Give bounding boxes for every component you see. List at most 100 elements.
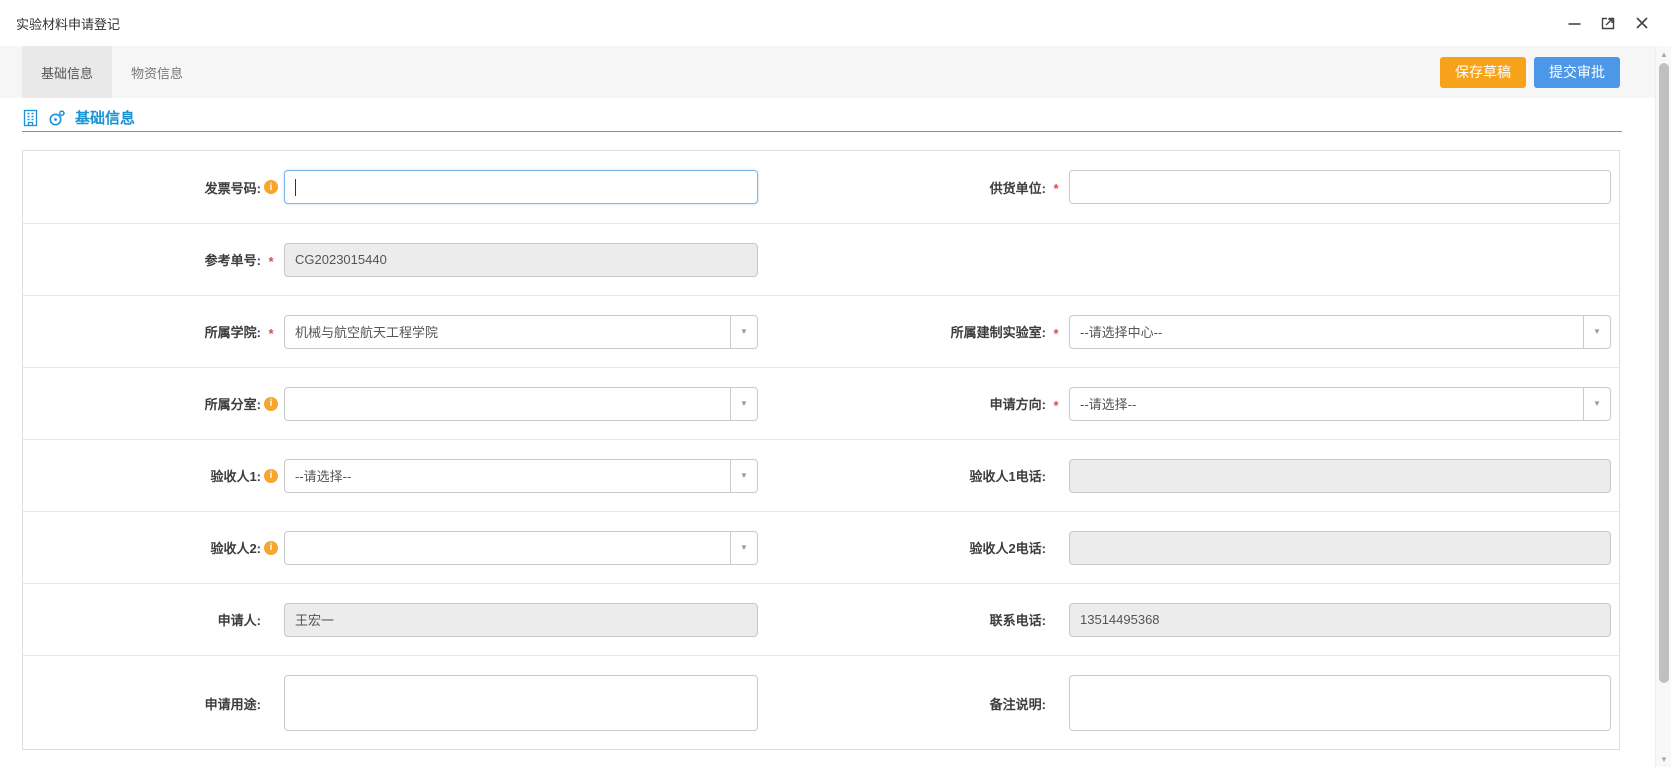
acceptor-2-phone-input[interactable] bbox=[1069, 531, 1611, 565]
invoice-number-input[interactable] bbox=[284, 170, 758, 204]
form-cell-application-direction: 申请方向: * --请选择-- ▼ bbox=[758, 368, 1619, 439]
info-icon[interactable]: i bbox=[264, 469, 278, 483]
required-asterisk: * bbox=[1053, 326, 1058, 341]
reference-number-input[interactable]: CG2023015440 bbox=[284, 243, 758, 277]
form-row: 申请用途: 备注说明: bbox=[23, 655, 1619, 750]
form-row: 所属学院:*机械与航空航天工程学院▼所属建制实验室:*--请选择中心--▼ bbox=[23, 295, 1619, 367]
application-direction-value: --请选择-- bbox=[1080, 394, 1136, 413]
chevron-down-icon: ▼ bbox=[1583, 316, 1610, 348]
save-draft-button[interactable]: 保存草稿 bbox=[1440, 57, 1526, 88]
application-purpose-label: 申请用途: bbox=[23, 694, 261, 713]
reference-number-label: 参考单号: bbox=[23, 250, 261, 269]
chevron-down-icon: ▼ bbox=[730, 532, 757, 564]
invoice-number-marker: i bbox=[261, 180, 281, 194]
contact-phone-label: 联系电话: bbox=[758, 610, 1046, 629]
text-caret bbox=[295, 179, 296, 196]
vertical-scrollbar[interactable]: ▲ ▼ bbox=[1655, 46, 1671, 767]
window-title: 实验材料申请登记 bbox=[16, 14, 120, 33]
form-row: 所属分室:i▼申请方向:*--请选择--▼ bbox=[23, 367, 1619, 439]
info-icon[interactable]: i bbox=[264, 397, 278, 411]
chevron-down-icon: ▼ bbox=[730, 388, 757, 420]
form-cell-sub-room: 所属分室:i ▼ bbox=[23, 368, 758, 439]
form-cell-acceptor-2-phone: 验收人2电话: bbox=[758, 512, 1619, 583]
college-marker: * bbox=[261, 323, 281, 341]
required-asterisk: * bbox=[268, 254, 273, 269]
form: 发票号码:i供货单位:*参考单号:*CG2023015440所属学院:*机械与航… bbox=[22, 150, 1620, 750]
form-row: 发票号码:i供货单位:* bbox=[23, 151, 1619, 223]
tab-bar: 基础信息 物资信息 保存草稿 提交审批 bbox=[0, 46, 1655, 98]
form-cell-acceptor-1: 验收人1:i --请选择-- ▼ bbox=[23, 440, 758, 511]
acceptor-1-phone-label: 验收人1电话: bbox=[758, 466, 1046, 485]
acceptor-1-marker: i bbox=[261, 469, 281, 483]
form-cell-remarks: 备注说明: bbox=[758, 656, 1619, 750]
submit-approval-button[interactable]: 提交审批 bbox=[1534, 57, 1620, 88]
required-asterisk: * bbox=[1053, 398, 1058, 413]
sub-room-label: 所属分室: bbox=[23, 394, 261, 413]
acceptor-2-select[interactable]: ▼ bbox=[284, 531, 758, 565]
application-direction-marker: * bbox=[1046, 395, 1066, 413]
applicant-label: 申请人: bbox=[23, 610, 261, 629]
organized-lab-select[interactable]: --请选择中心-- ▼ bbox=[1069, 315, 1611, 349]
applicant-input[interactable]: 王宏一 bbox=[284, 603, 758, 637]
college-select[interactable]: 机械与航空航天工程学院 ▼ bbox=[284, 315, 758, 349]
application-purpose-textarea[interactable] bbox=[284, 675, 758, 731]
chevron-down-icon: ▼ bbox=[1583, 388, 1610, 420]
sub-room-select[interactable]: ▼ bbox=[284, 387, 758, 421]
form-cell-college: 所属学院:* 机械与航空航天工程学院 ▼ bbox=[23, 296, 758, 367]
scrollbar-thumb[interactable] bbox=[1659, 63, 1669, 683]
remarks-textarea[interactable] bbox=[1069, 675, 1611, 731]
tab-material-info[interactable]: 物资信息 bbox=[112, 46, 202, 98]
invoice-number-label: 发票号码: bbox=[23, 178, 261, 197]
form-cell-acceptor-2: 验收人2:i ▼ bbox=[23, 512, 758, 583]
remarks-label: 备注说明: bbox=[758, 694, 1046, 713]
reference-number-marker: * bbox=[261, 251, 281, 269]
application-direction-select[interactable]: --请选择-- ▼ bbox=[1069, 387, 1611, 421]
form-cell-empty bbox=[758, 224, 1619, 295]
college-label: 所属学院: bbox=[23, 322, 261, 341]
form-cell-organized-lab: 所属建制实验室:*--请选择中心--▼ bbox=[758, 296, 1619, 367]
acceptor-1-value: --请选择-- bbox=[295, 466, 351, 485]
form-row: 参考单号: * CG2023015440 bbox=[23, 223, 1619, 295]
sub-room-marker: i bbox=[261, 397, 281, 411]
reference-number-value: CG2023015440 bbox=[295, 252, 387, 267]
form-row: 申请人: 王宏一 联系电话: 13514495368 bbox=[23, 583, 1619, 655]
info-icon[interactable]: i bbox=[264, 180, 278, 194]
scroll-down-icon[interactable]: ▼ bbox=[1656, 751, 1671, 767]
acceptor-1-phone-input[interactable] bbox=[1069, 459, 1611, 493]
chevron-down-icon: ▼ bbox=[730, 316, 757, 348]
close-icon[interactable] bbox=[1633, 14, 1651, 32]
section-header: 基础信息 bbox=[22, 104, 1622, 132]
scroll-up-icon[interactable]: ▲ bbox=[1656, 46, 1671, 62]
section-title: 基础信息 bbox=[75, 107, 135, 128]
form-cell-applicant: 申请人: 王宏一 bbox=[23, 584, 758, 655]
acceptor-1-select[interactable]: --请选择-- ▼ bbox=[284, 459, 758, 493]
building-icon bbox=[22, 109, 39, 127]
form-cell-invoice-number: 发票号码:i bbox=[23, 151, 758, 223]
college-value: 机械与航空航天工程学院 bbox=[295, 322, 438, 341]
supplier-label: 供货单位: bbox=[758, 178, 1046, 197]
maximize-icon[interactable] bbox=[1599, 14, 1617, 32]
contact-phone-value: 13514495368 bbox=[1080, 612, 1160, 627]
form-cell-application-purpose: 申请用途: bbox=[23, 656, 758, 750]
applicant-value: 王宏一 bbox=[295, 610, 334, 629]
supplier-input[interactable] bbox=[1069, 170, 1611, 204]
application-direction-label: 申请方向: bbox=[758, 394, 1046, 413]
acceptor-2-marker: i bbox=[261, 541, 281, 555]
acceptor-1-label: 验收人1: bbox=[23, 466, 261, 485]
form-cell-contact-phone: 联系电话: 13514495368 bbox=[758, 584, 1619, 655]
acceptor-2-phone-label: 验收人2电话: bbox=[758, 538, 1046, 557]
form-cell-reference-number: 参考单号: * CG2023015440 bbox=[23, 224, 758, 295]
acceptor-2-label: 验收人2: bbox=[23, 538, 261, 557]
info-icon[interactable]: i bbox=[264, 541, 278, 555]
contact-phone-input[interactable]: 13514495368 bbox=[1069, 603, 1611, 637]
form-cell-acceptor-1-phone: 验收人1电话: bbox=[758, 440, 1619, 511]
chevron-down-icon: ▼ bbox=[730, 460, 757, 492]
tab-basic-info[interactable]: 基础信息 bbox=[22, 46, 112, 98]
minimize-icon[interactable] bbox=[1565, 14, 1583, 32]
window-titlebar: 实验材料申请登记 bbox=[0, 0, 1671, 46]
supplier-marker: * bbox=[1046, 178, 1066, 196]
organized-lab-marker: * bbox=[1046, 323, 1066, 341]
gear-circle-icon bbox=[48, 109, 66, 127]
organized-lab-value: --请选择中心-- bbox=[1080, 322, 1162, 341]
window-controls bbox=[1565, 14, 1655, 32]
